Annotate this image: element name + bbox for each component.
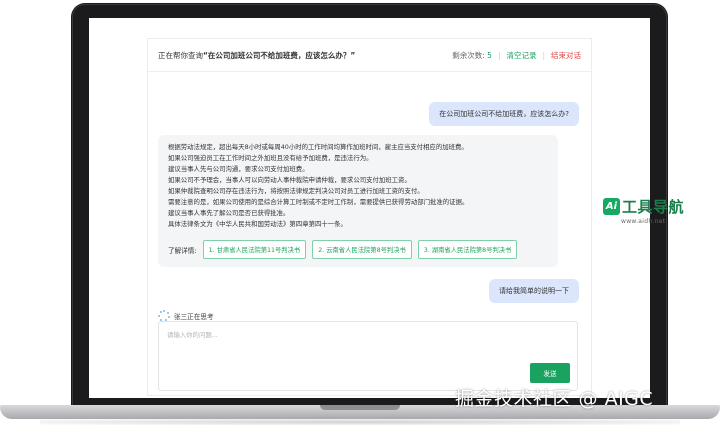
remaining-label: 剩余次数: 5: [452, 50, 492, 61]
end-conversation-button[interactable]: 结束对话: [551, 50, 581, 61]
logo-text: 工具导航: [622, 198, 685, 216]
thinking-text: 张三正在思考: [174, 313, 214, 321]
remaining-text: 剩余次数:: [452, 50, 485, 60]
title-prefix: 正在帮你查询: [158, 50, 203, 60]
clear-history-button[interactable]: 清空记录: [506, 50, 536, 61]
laptop-shadow: [40, 419, 680, 425]
details-label: 了解详情:: [168, 246, 197, 255]
chat-header: 正在帮你查询“在公司加班公司不给加班费，应该怎么办？” 剩余次数: 5 | 清空…: [148, 39, 591, 72]
answer-line: 具体法律条文为《中华人民共和国劳动法》第四章第四十一条。: [168, 220, 347, 228]
divider: |: [497, 50, 501, 60]
reference-link-1[interactable]: 1. 甘肃省人民法院第11号判决书: [202, 240, 307, 259]
send-button[interactable]: 发送: [530, 363, 570, 383]
assistant-message: 根据劳动法规定，超出每天8小时或每周40小时的工作时间均算作加班时间，雇主应当支…: [158, 135, 558, 267]
chat-app: 正在帮你查询“在公司加班公司不给加班费，应该怎么办？” 剩余次数: 5 | 清空…: [147, 38, 592, 396]
reference-links: 了解详情: 1. 甘肃省人民法院第11号判决书 2. 云南省人民法院第8号判决书…: [168, 240, 548, 259]
logo-url: www.aidh.net: [621, 218, 666, 225]
reference-link-2[interactable]: 2. 云南省人民法院第8号判决书: [312, 240, 412, 259]
laptop-screen: 正在帮你查询“在公司加班公司不给加班费，应该怎么办？” 剩余次数: 5 | 清空…: [89, 18, 650, 398]
answer-line: 如果仲裁院查明公司存在违法行为，将按照法律规定判决公司对员工进行加班工资的支付。: [168, 187, 424, 195]
laptop-notch: [320, 405, 400, 410]
reference-link-3[interactable]: 3. 湖南省人民法院第8号判决书: [417, 240, 518, 259]
answer-line: 需要注意的是，如果公司使用的是综合计算工时制或不定时工作制，需要提供已获得劳动部…: [168, 198, 469, 206]
watermark: 掘金技术社区 @ AIGC: [455, 388, 654, 410]
site-logo: Ai 工具导航: [603, 196, 684, 217]
logo-mark-icon: Ai: [603, 198, 620, 215]
title-query: “在公司加班公司不给加班费，应该怎么办？”: [203, 50, 356, 60]
divider: |: [542, 50, 545, 60]
remaining-count: 5: [487, 50, 492, 60]
answer-line: 如果公司强迫员工在工作时间之外加班且没有给予加班费，是违法行为。: [168, 154, 373, 162]
answer-line: 如果公司不予理会，当事人可以向劳动人事仲裁院申请仲裁，要求公司支付加班工资。: [168, 176, 411, 184]
answer-line: 建议当事人先与公司沟通，要求公司支付加班费。: [168, 165, 309, 173]
user-message: 在公司加班公司不给加班费，应该怎么办?: [429, 102, 579, 126]
answer-line: 根据劳动法规定，超出每天8小时或每周40小时的工作时间均算作加班时间，雇主应当支…: [168, 143, 468, 151]
message-composer: 发送: [158, 321, 578, 391]
page-title: 正在帮你查询“在公司加班公司不给加班费，应该怎么办？”: [158, 50, 452, 61]
answer-line: 建议当事人事先了解公司是否已获得批准。: [168, 209, 290, 217]
header-actions: 剩余次数: 5 | 清空记录 | 结束对话: [452, 50, 581, 61]
question-input[interactable]: [159, 322, 577, 364]
user-message: 请给我简单的说明一下: [489, 279, 579, 303]
